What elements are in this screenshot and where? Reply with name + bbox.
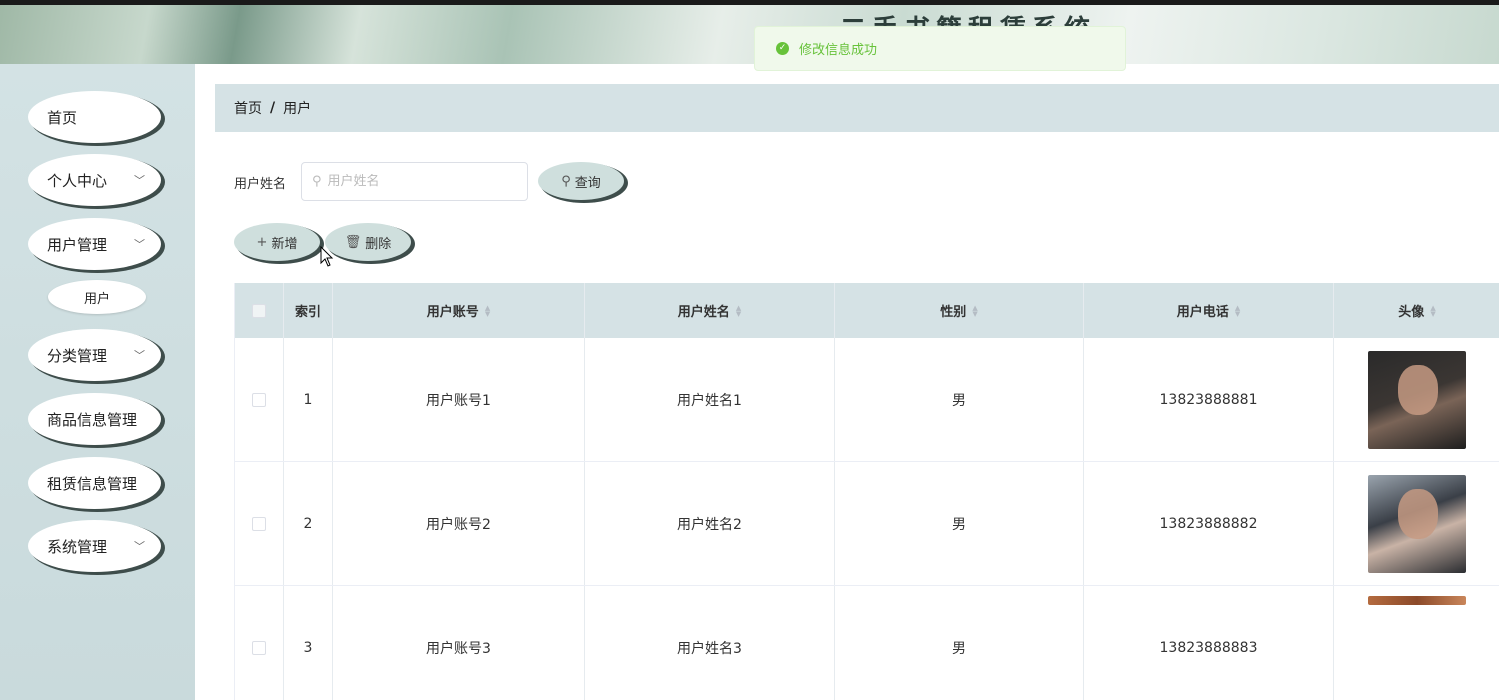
- header-phone[interactable]: 用户电话 ▲ ▼: [1084, 283, 1334, 338]
- sidebar-item-label: 个人中心: [47, 171, 108, 190]
- cell-gender: 男: [835, 462, 1084, 585]
- chevron-down-icon: ﹀: [134, 174, 145, 187]
- toast-message: 修改信息成功: [799, 43, 878, 58]
- search-input[interactable]: [327, 174, 508, 189]
- sidebar-item-label: 首页: [47, 108, 78, 127]
- sidebar-subitem-user[interactable]: 用户: [48, 280, 146, 314]
- add-button-label: 新增: [271, 236, 298, 252]
- avatar[interactable]: [1368, 596, 1466, 605]
- row-checkbox[interactable]: [252, 516, 266, 531]
- delete-button[interactable]: 🗑 删除: [325, 223, 411, 261]
- cell-account: 用户账号2: [333, 462, 585, 585]
- window-top-strip: [0, 0, 1499, 5]
- cell-avatar: [1334, 462, 1499, 585]
- header-label: 用户电话: [1176, 305, 1229, 320]
- row-select-cell: [235, 586, 284, 700]
- search-field[interactable]: ⚲: [301, 162, 528, 201]
- add-button[interactable]: + 新增: [234, 223, 320, 261]
- cell-name: 用户姓名3: [585, 586, 835, 700]
- cell-index: 1: [284, 338, 333, 461]
- row-checkbox[interactable]: [252, 392, 266, 407]
- trash-icon: 🗑: [344, 234, 362, 250]
- breadcrumb-home[interactable]: 首页: [234, 98, 262, 118]
- sidebar-item-label: 系统管理: [47, 537, 108, 556]
- success-toast: ✓ 修改信息成功: [754, 26, 1126, 71]
- cell-phone: 13823888881: [1084, 338, 1334, 461]
- sort-icon[interactable]: ▲ ▼: [736, 304, 741, 317]
- row-select-cell: [235, 338, 284, 461]
- table-row: 3 用户账号3 用户姓名3 男 13823888883: [235, 586, 1499, 700]
- sidebar-item-label: 商品信息管理: [47, 410, 138, 429]
- sidebar-item-label: 分类管理: [47, 346, 108, 365]
- search-label: 用户姓名: [234, 177, 287, 192]
- query-button-label: 查询: [574, 175, 601, 191]
- user-table: 索引 用户账号 ▲ ▼ 用户姓名 ▲ ▼ 性别 ▲ ▼ 用户电话 ▲ ▼ 头像 ▲ ▼ 1 用户账号…: [234, 283, 1499, 700]
- main-content: 首页 / 用户 用户姓名 ⚲ ⚲ 查询 + 新增 🗑 删除 索引 用户账号 ▲▼ …: [195, 64, 1499, 700]
- sidebar-item-product-management[interactable]: 商品信息管理: [28, 393, 161, 445]
- avatar[interactable]: [1368, 350, 1466, 449]
- sidebar-item-system-management[interactable]: 系统管理 ﹀: [28, 520, 161, 572]
- sort-icon[interactable]: ▲ ▼: [1235, 304, 1240, 317]
- chevron-down-icon: ﹀: [134, 540, 145, 553]
- query-button[interactable]: ⚲ 查询: [538, 162, 624, 200]
- breadcrumb-separator: /: [270, 100, 276, 116]
- header-gender[interactable]: 性别 ▲ ▼: [835, 283, 1084, 338]
- breadcrumb-current: 用户: [283, 101, 312, 117]
- sidebar-item-category-management[interactable]: 分类管理 ﹀: [28, 329, 161, 381]
- header-label: 用户账号: [426, 305, 479, 320]
- header-label: 头像: [1398, 305, 1425, 320]
- sidebar-item-label: 租赁信息管理: [47, 474, 138, 493]
- header-label: 用户姓名: [677, 305, 730, 320]
- header-avatar[interactable]: 头像 ▲ ▼: [1334, 283, 1499, 338]
- cell-name: 用户姓名1: [585, 338, 835, 461]
- cell-gender: 男: [835, 338, 1084, 461]
- cell-index: 2: [284, 462, 333, 585]
- row-checkbox[interactable]: [252, 640, 266, 655]
- sort-icon[interactable]: ▲ ▼: [485, 304, 490, 317]
- header-label: 性别: [940, 305, 967, 320]
- top-banner: 二手书籍租赁系统: [0, 0, 1499, 64]
- cell-account: 用户账号3: [333, 586, 585, 700]
- cell-avatar: [1334, 586, 1499, 700]
- plus-icon: +: [256, 234, 268, 250]
- chevron-down-icon: ﹀: [134, 349, 145, 362]
- sidebar-item-user-management[interactable]: 用户管理 ﹀: [28, 218, 161, 270]
- avatar[interactable]: [1368, 474, 1466, 573]
- sidebar-subitem-label: 用户: [83, 291, 110, 307]
- table-row: 2 用户账号2 用户姓名2 男 13823888882: [235, 462, 1499, 586]
- header-index: 索引: [284, 283, 333, 338]
- sidebar-item-home[interactable]: 首页: [28, 91, 161, 143]
- cell-index: 3: [284, 586, 333, 700]
- delete-button-label: 删除: [365, 236, 392, 252]
- search-icon: ⚲: [312, 174, 322, 189]
- sidebar-item-rental-management[interactable]: 租赁信息管理: [28, 457, 161, 509]
- check-circle-icon: ✓: [776, 42, 789, 55]
- cell-phone: 13823888882: [1084, 462, 1334, 585]
- select-all-checkbox[interactable]: [252, 303, 266, 318]
- table-row: 1 用户账号1 用户姓名1 男 13823888881: [235, 338, 1499, 462]
- header-account[interactable]: 用户账号 ▲ ▼: [333, 283, 585, 338]
- breadcrumb: 首页 / 用户: [215, 84, 1499, 132]
- table-header: 索引 用户账号 ▲ ▼ 用户姓名 ▲ ▼ 性别 ▲ ▼ 用户电话 ▲ ▼ 头像 ▲ ▼: [235, 283, 1499, 338]
- sort-icon[interactable]: ▲ ▼: [1430, 304, 1435, 317]
- sort-icon[interactable]: ▲ ▼: [972, 304, 977, 317]
- header-select-all: [235, 283, 284, 338]
- cell-name: 用户姓名2: [585, 462, 835, 585]
- chevron-down-icon: ﹀: [134, 238, 145, 251]
- mouse-cursor-icon: [320, 246, 334, 267]
- header-name[interactable]: 用户姓名 ▲ ▼: [585, 283, 835, 338]
- cell-gender: 男: [835, 586, 1084, 700]
- row-select-cell: [235, 462, 284, 585]
- cell-phone: 13823888883: [1084, 586, 1334, 700]
- search-icon: ⚲: [561, 173, 571, 189]
- header-label: 索引: [294, 305, 321, 320]
- cell-avatar: [1334, 338, 1499, 461]
- sidebar-item-personal-center[interactable]: 个人中心 ﹀: [28, 154, 161, 206]
- sidebar-item-label: 用户管理: [47, 235, 108, 254]
- cell-account: 用户账号1: [333, 338, 585, 461]
- sidebar: 首页 个人中心 ﹀ 用户管理 ﹀ 用户 分类管理 ﹀ 商品信息管理 租赁信息管理…: [0, 64, 195, 700]
